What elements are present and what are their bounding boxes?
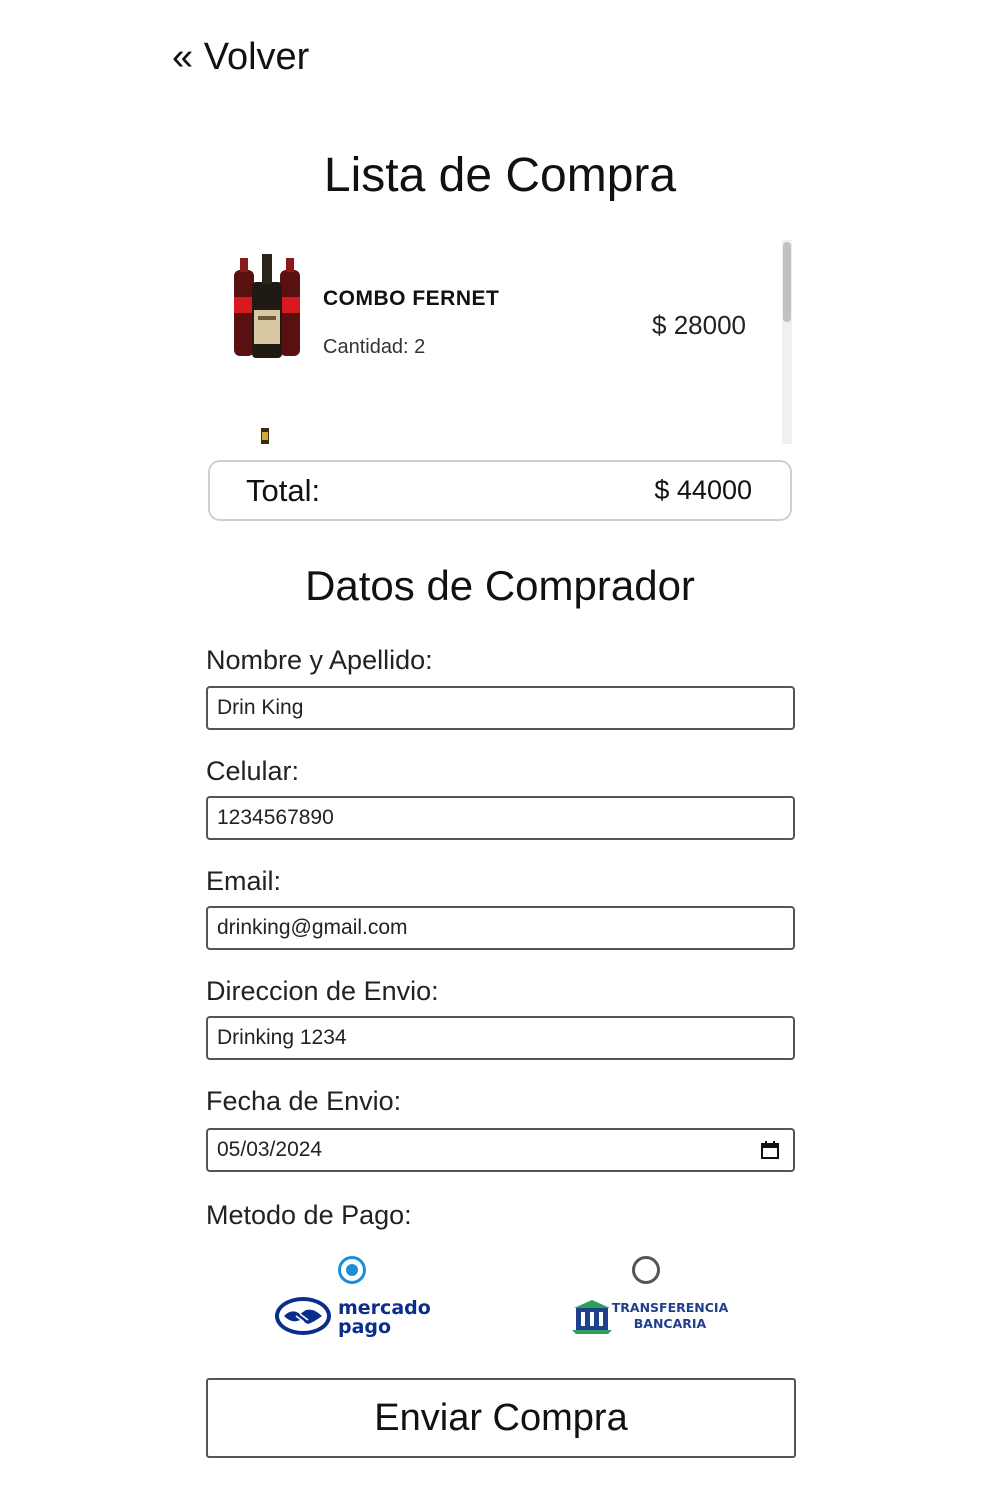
product-image <box>234 254 300 358</box>
address-field[interactable] <box>206 1016 795 1060</box>
bank-icon <box>572 1300 612 1334</box>
payment-radio-mercadopago[interactable] <box>338 1256 366 1284</box>
transfer-text-1: TRANSFERENCIA <box>612 1300 729 1315</box>
calendar-icon[interactable] <box>760 1140 780 1160</box>
transfer-text-2: BANCARIA <box>634 1316 707 1331</box>
email-field[interactable] <box>206 906 795 950</box>
back-link[interactable]: « Volver <box>172 32 309 82</box>
cart-list: COMBO FERNET Cantidad: 2 $ 28000 <box>210 240 792 444</box>
product-name: COMBO FERNET <box>323 287 500 310</box>
cart-title: Lista de Compra <box>323 149 677 202</box>
name-field[interactable] <box>206 686 795 730</box>
address-label: Direccion de Envio: <box>206 976 439 1006</box>
product-quantity: Cantidad: 2 <box>323 336 426 358</box>
name-label: Nombre y Apellido: <box>206 645 433 675</box>
phone-field[interactable] <box>206 796 795 840</box>
buyer-title: Datos de Comprador <box>305 562 695 609</box>
submit-button[interactable]: Enviar Compra <box>206 1378 796 1458</box>
total-box: Total: $ 44000 <box>208 460 792 521</box>
payment-radio-transfer[interactable] <box>632 1256 660 1284</box>
total-value: $ 44000 <box>654 475 752 505</box>
mercadopago-logo[interactable]: mercado pago <box>274 1294 434 1338</box>
cart-item: COMBO FERNET Cantidad: 2 $ 28000 <box>210 240 770 360</box>
product-price: $ 28000 <box>652 310 746 340</box>
email-label: Email: <box>206 866 282 896</box>
mercadopago-text-2: pago <box>338 1316 391 1338</box>
phone-label: Celular: <box>206 756 300 786</box>
date-label: Fecha de Envio: <box>206 1086 402 1116</box>
transfer-logo[interactable]: TRANSFERENCIA BANCARIA <box>572 1296 732 1336</box>
cart-scrollbar[interactable] <box>782 240 792 444</box>
payment-label: Metodo de Pago: <box>206 1200 412 1230</box>
cart-item <box>210 420 770 444</box>
scrollbar-thumb[interactable] <box>783 242 791 322</box>
product-image <box>261 428 269 444</box>
total-label: Total: <box>246 473 321 508</box>
date-field[interactable] <box>206 1128 795 1172</box>
